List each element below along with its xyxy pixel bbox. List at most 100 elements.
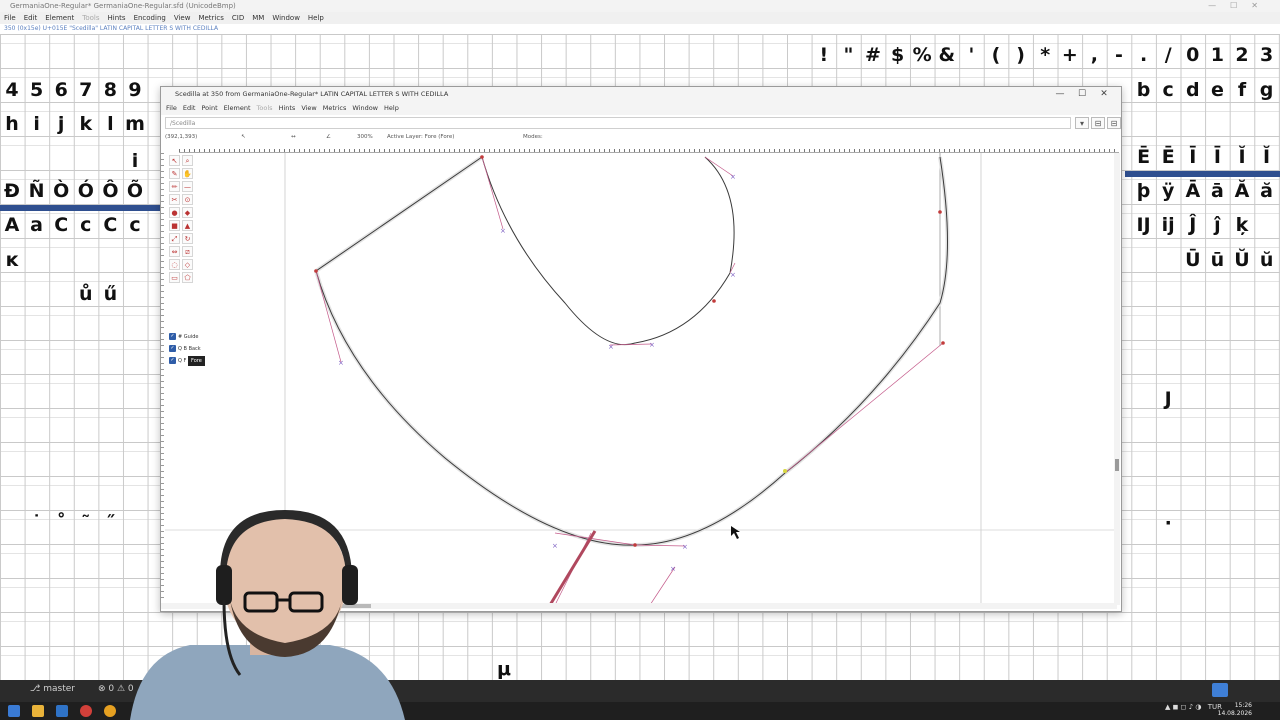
glyph-cell[interactable]: c (1156, 79, 1180, 101)
minimize-icon[interactable]: — (1049, 87, 1071, 101)
glyph-cell[interactable]: " (836, 44, 860, 66)
gw-menu-view[interactable]: View (298, 101, 319, 115)
glyph-cell[interactable]: ŭ (1255, 249, 1279, 271)
glyph-inner-contour[interactable] (481, 156, 735, 346)
glyph-cell[interactable]: μ (492, 658, 516, 680)
glyph-cell[interactable]: $ (886, 44, 910, 66)
maximize-icon[interactable]: ☐ (1071, 87, 1093, 101)
glyph-cell[interactable]: / (1156, 44, 1180, 66)
glyph-cell[interactable]: # (861, 44, 885, 66)
curve-point-icon[interactable]: ● (169, 207, 180, 218)
checkbox-icon[interactable]: ✓ (169, 333, 176, 340)
gw-menu-element[interactable]: Element (221, 101, 254, 115)
scroll-thumb[interactable] (1115, 459, 1119, 471)
glyph-cell[interactable]: Ñ (25, 180, 49, 202)
glyph-cell[interactable]: % (910, 44, 934, 66)
glyph-cell[interactable]: ķ (1230, 214, 1254, 236)
glyph-cell[interactable]: Ĭ (1255, 146, 1279, 168)
vertical-scrollbar[interactable] (1114, 153, 1120, 605)
glyph-cell[interactable]: c (123, 214, 147, 236)
glyph-cell[interactable]: + (1058, 44, 1082, 66)
glyph-cell[interactable]: C (49, 214, 73, 236)
knife-tool-icon[interactable]: ✂ (169, 194, 180, 205)
3d-rotate-icon[interactable]: ◌ (169, 259, 180, 270)
glyph-cell[interactable]: Ă (1230, 180, 1254, 202)
glyph-cell[interactable]: ' (959, 44, 983, 66)
glyph-cell[interactable]: h (0, 113, 24, 135)
glyph-cell[interactable]: ĵ (1205, 214, 1229, 236)
close-icon[interactable]: ✕ (1093, 87, 1115, 101)
gw-menu-hints[interactable]: Hints (276, 101, 299, 115)
glyph-cell[interactable]: ( (984, 44, 1008, 66)
glyph-cell[interactable]: ˚ (49, 512, 73, 534)
glyph-cell[interactable]: ĳ (1156, 214, 1180, 236)
glyph-cell[interactable]: ˝ (98, 512, 122, 534)
scroll-tool-icon[interactable]: ✋ (182, 168, 193, 179)
next-glyph-icon[interactable]: ⊟ (1107, 117, 1121, 129)
selected-point[interactable] (783, 469, 787, 473)
glyph-cell[interactable]: l (98, 113, 122, 135)
gw-menu-help[interactable]: Help (381, 101, 402, 115)
glyph-outer-contour[interactable] (315, 156, 948, 546)
glyph-cell[interactable]: A (0, 214, 24, 236)
glyph-cell[interactable]: ˙ (25, 512, 49, 534)
glyph-cell[interactable]: ū (1205, 249, 1229, 271)
spiro-tool-icon[interactable]: ⊙ (182, 194, 193, 205)
glyph-cell[interactable]: f (1230, 79, 1254, 101)
scale-tool-icon[interactable]: ⤢ (169, 233, 180, 244)
glyph-cell[interactable]: ů (74, 283, 98, 305)
layer-guide[interactable]: ✓ # Guide (169, 332, 215, 342)
polygon-tool-icon[interactable]: ⬠ (182, 272, 193, 283)
glyph-cell[interactable]: ű (98, 283, 122, 305)
glyph-cell[interactable]: ! (812, 44, 836, 66)
pencil-tool-icon[interactable]: ✏ (169, 181, 180, 192)
glyph-cell[interactable]: * (1033, 44, 1057, 66)
prev-glyph-icon[interactable]: ⊟ (1091, 117, 1105, 129)
glyph-cell[interactable]: 0 (1181, 44, 1205, 66)
glyph-cell[interactable]: m (123, 113, 147, 135)
glyph-cell[interactable]: ˜ (74, 512, 98, 534)
git-branch[interactable]: ⎇ master (30, 684, 75, 694)
glyph-cell[interactable]: · (1156, 512, 1180, 534)
flip-tool-icon[interactable]: ⇔ (169, 246, 180, 257)
glyph-cell[interactable]: Ē (1156, 146, 1180, 168)
layer-back[interactable]: ✓ Q B Back (169, 344, 215, 354)
on-curve-points[interactable] (314, 155, 945, 547)
glyph-cell[interactable]: ) (1009, 44, 1033, 66)
glyph-cell[interactable]: 6 (49, 79, 73, 101)
glyph-cell[interactable]: - (1107, 44, 1131, 66)
glyph-cell[interactable]: Õ (123, 180, 147, 202)
checkbox-icon[interactable]: ✓ (169, 345, 176, 352)
rotate-tool-icon[interactable]: ↻ (182, 233, 193, 244)
glyph-cell[interactable]: i (25, 113, 49, 135)
glyph-cell[interactable]: Ū (1181, 249, 1205, 271)
glyph-cell[interactable]: d (1181, 79, 1205, 101)
glyph-cell[interactable]: , (1082, 44, 1106, 66)
glyph-cell[interactable]: 1 (1205, 44, 1229, 66)
glyph-cell[interactable]: 4 (0, 79, 24, 101)
glyph-cell[interactable]: g (1255, 79, 1279, 101)
glyph-cell[interactable]: Ò (49, 180, 73, 202)
checkbox-icon[interactable]: ✓ (169, 357, 176, 364)
glyph-cell[interactable]: i (123, 150, 147, 172)
glyph-cell[interactable]: 3 (1255, 44, 1279, 66)
glyph-cell[interactable]: j (49, 113, 73, 135)
ruler-tool-icon[interactable]: — (182, 181, 193, 192)
rectangle-tool-icon[interactable]: ▭ (169, 272, 180, 283)
windows-start-icon[interactable] (8, 705, 20, 717)
vscode-icon[interactable] (56, 705, 68, 717)
magnify-tool-icon[interactable]: ⌕ (182, 155, 193, 166)
tangent-point-icon[interactable]: ▲ (182, 220, 193, 231)
glyph-cell[interactable]: Ā (1181, 180, 1205, 202)
glyph-cell[interactable]: ā (1205, 180, 1229, 202)
taskbar-clock[interactable]: 15:26 14.08.2026 (1218, 702, 1252, 718)
tray-icons[interactable]: ▲ ◼ ◻ ♪ ◑ (1165, 703, 1201, 711)
glyph-cell[interactable]: Ĭ (1230, 146, 1254, 168)
hvcurve-point-icon[interactable]: ◆ (182, 207, 193, 218)
glyph-cell[interactable]: Ĳ (1132, 214, 1156, 236)
glyph-cell[interactable]: Ī (1205, 146, 1229, 168)
glyph-cell[interactable]: 5 (25, 79, 49, 101)
glyph-cell[interactable]: Ē (1132, 146, 1156, 168)
layer-fore[interactable]: ✓ Q F Fore (169, 356, 215, 366)
glyph-cell[interactable]: 2 (1230, 44, 1254, 66)
